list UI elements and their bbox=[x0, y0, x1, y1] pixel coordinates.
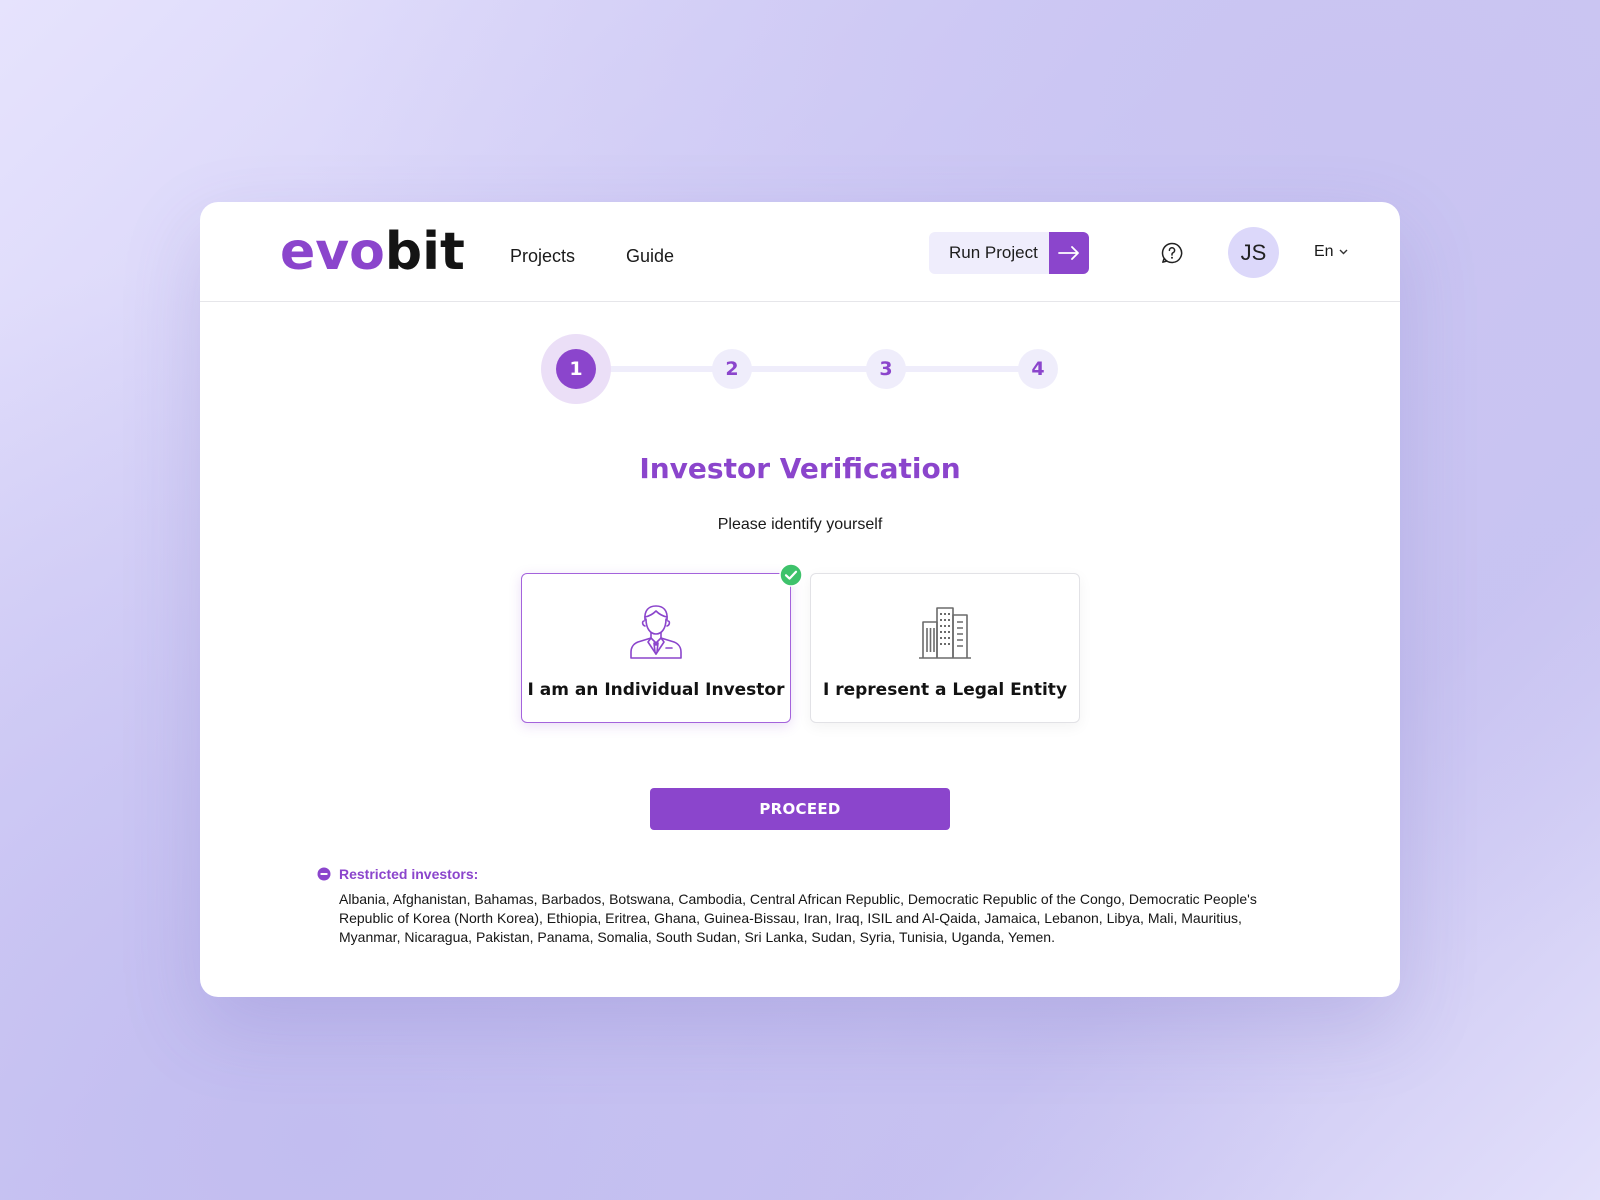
minus-circle-icon bbox=[317, 867, 331, 881]
restricted-label: Restricted investors: bbox=[339, 866, 479, 882]
progress-stepper: 1 2 3 4 bbox=[200, 202, 1400, 404]
step-2[interactable]: 2 bbox=[712, 349, 752, 389]
office-building-icon bbox=[919, 607, 971, 659]
restricted-header: Restricted investors: bbox=[317, 866, 1277, 882]
restricted-country-list: Albania, Afghanistan, Bahamas, Barbados,… bbox=[339, 891, 1257, 945]
step-1[interactable]: 1 bbox=[556, 349, 596, 389]
proceed-button[interactable]: PROCEED bbox=[650, 788, 950, 830]
legal-entity-option[interactable]: I represent a Legal Entity bbox=[810, 573, 1080, 723]
legal-entity-label: I represent a Legal Entity bbox=[822, 680, 1068, 700]
stepper-track bbox=[576, 366, 1036, 372]
person-suit-icon bbox=[630, 605, 682, 659]
individual-investor-label: I am an Individual Investor bbox=[527, 680, 785, 700]
page-subtitle: Please identify yourself bbox=[717, 516, 883, 533]
step-4[interactable]: 4 bbox=[1018, 349, 1058, 389]
page-title: Investor Verification bbox=[639, 452, 961, 485]
verification-card: evobit Projects Guide Run Project JS En … bbox=[200, 202, 1400, 997]
check-circle-icon bbox=[779, 563, 803, 587]
restricted-investors: Restricted investors: Albania, Afghanist… bbox=[317, 866, 1277, 947]
individual-investor-option[interactable]: I am an Individual Investor bbox=[521, 563, 803, 723]
step-3[interactable]: 3 bbox=[866, 349, 906, 389]
